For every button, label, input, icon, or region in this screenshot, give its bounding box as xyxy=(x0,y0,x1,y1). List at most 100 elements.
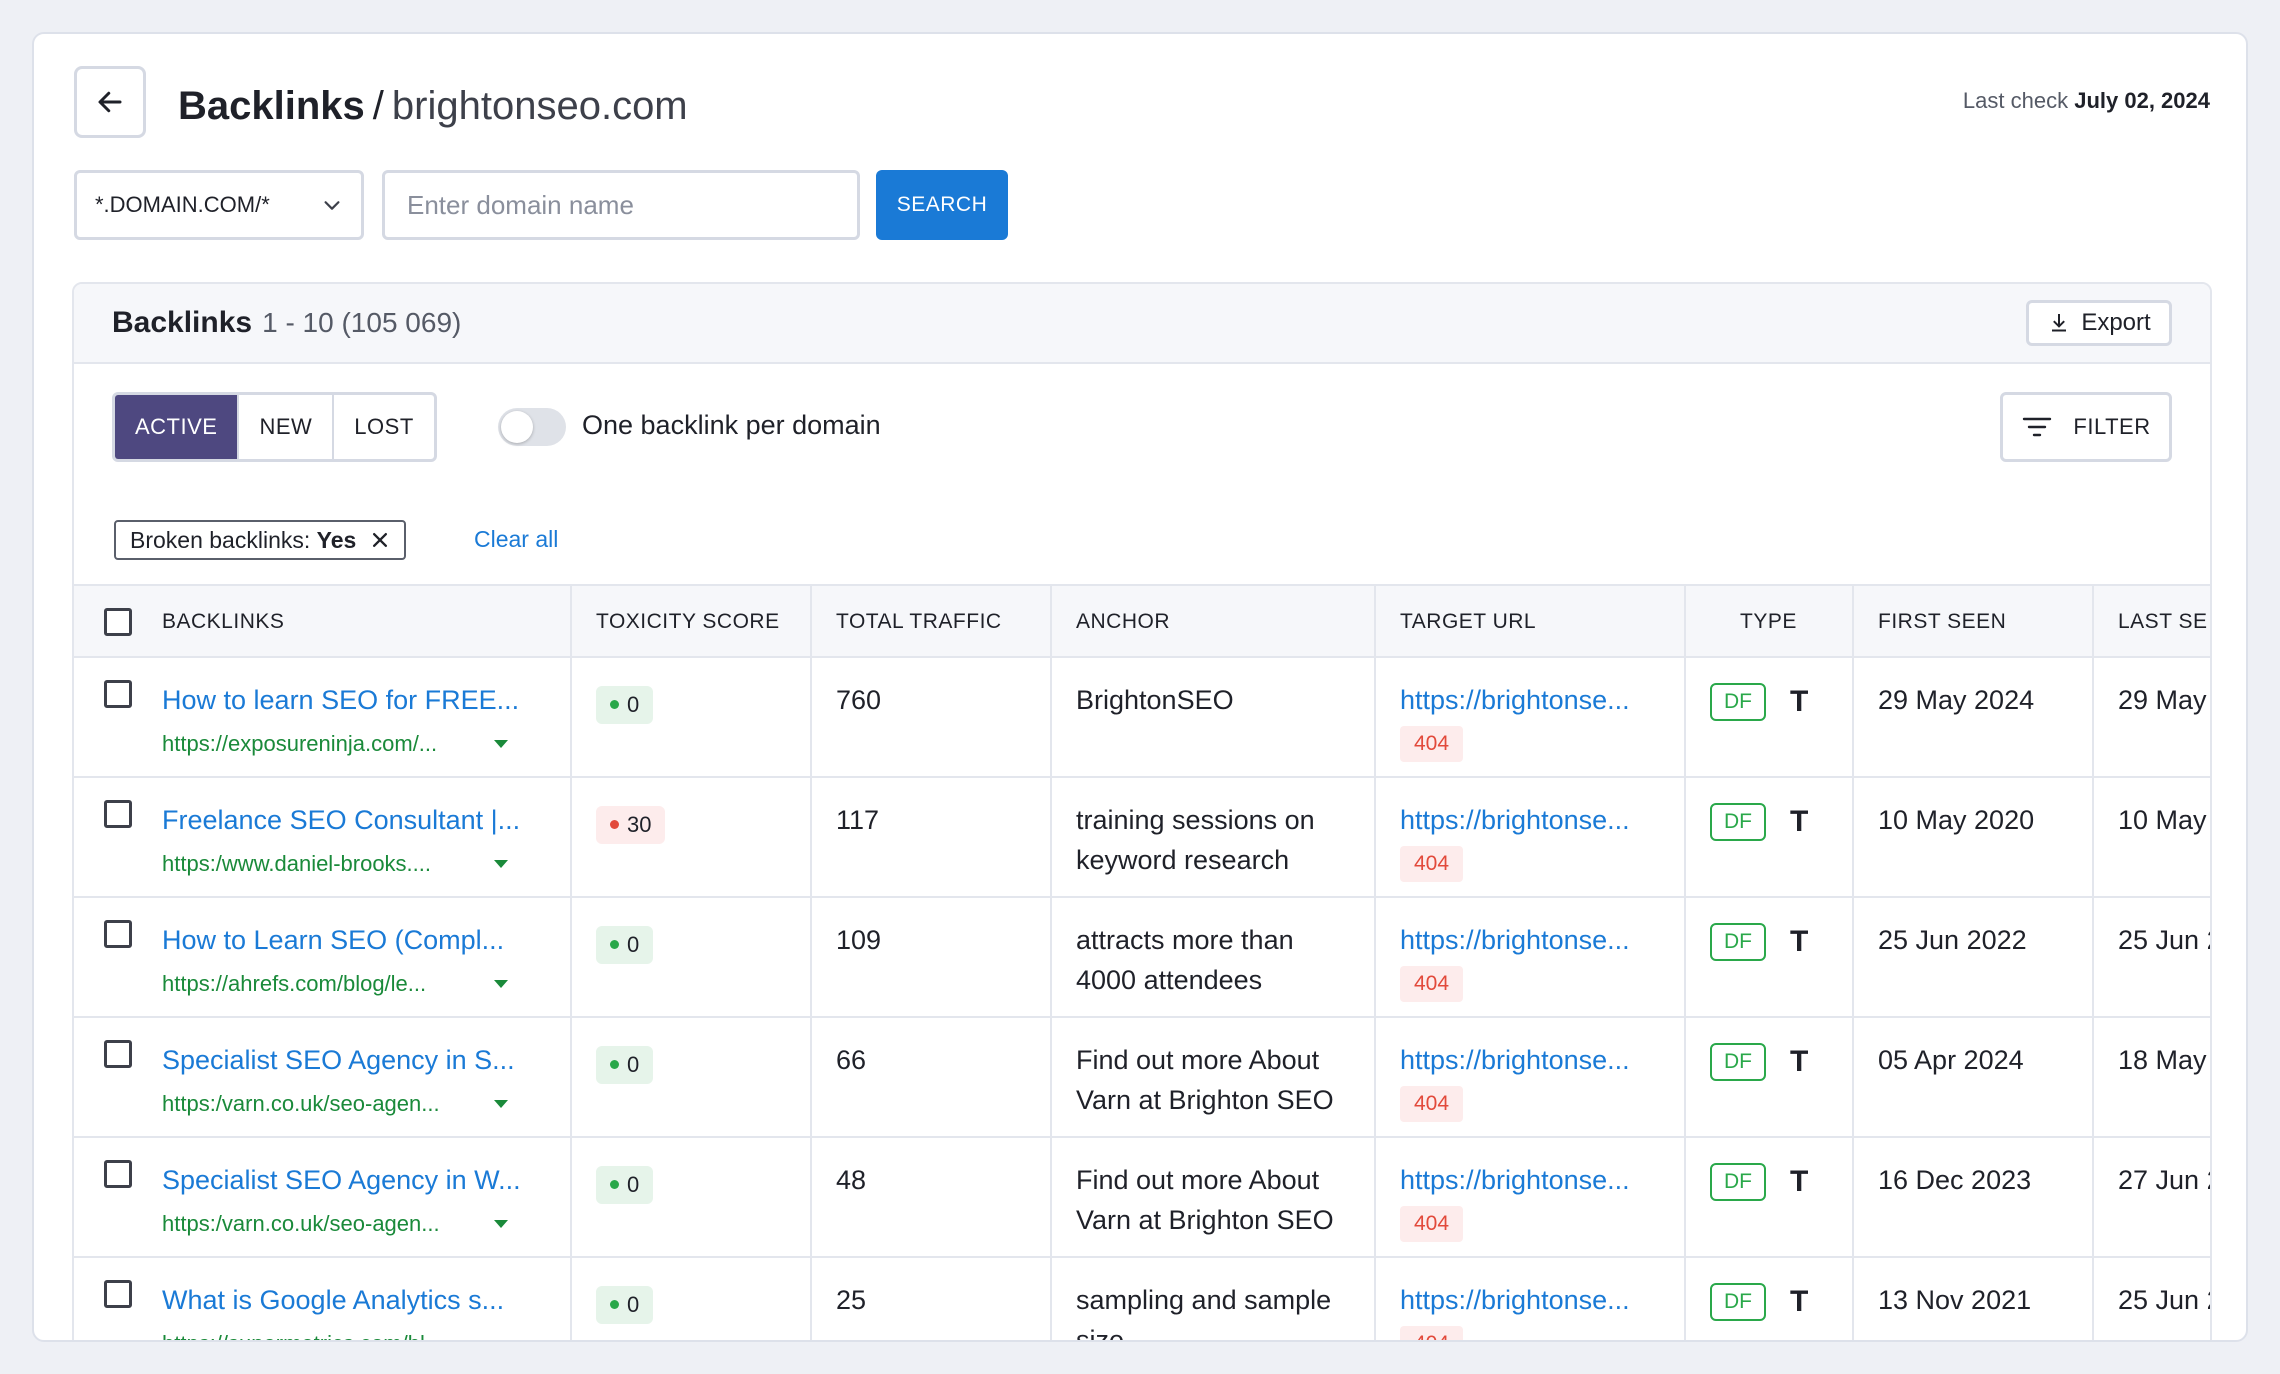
col-first-seen[interactable]: FIRST SEEN xyxy=(1852,586,2092,658)
backlink-url: https://supermetrics.com/bl... xyxy=(162,1328,482,1340)
filter-icon xyxy=(2023,417,2052,437)
anchor-cell: Find out more About Varn at Brighton SEO xyxy=(1050,1138,1374,1256)
toxicity-cell: 0 xyxy=(570,1258,810,1340)
col-toxicity[interactable]: TOXICITY SCORE xyxy=(570,586,810,658)
caret-down-icon xyxy=(494,1220,508,1228)
col-anchor[interactable]: ANCHOR xyxy=(1050,586,1374,658)
first-seen-cell: 16 Dec 2023 xyxy=(1852,1138,2092,1256)
toxicity-cell: 0 xyxy=(570,1018,810,1136)
traffic-cell: 117 xyxy=(810,778,1050,896)
backlink-title-link[interactable]: Freelance SEO Consultant |... xyxy=(162,800,542,840)
text-link-icon: T xyxy=(1790,1284,1809,1318)
backlink-url-link[interactable]: https://ahrefs.com/blog/le... xyxy=(162,968,570,1000)
type-cell: DF T xyxy=(1684,1138,1852,1256)
page-title: Backlinks / brightonseo.com xyxy=(178,78,688,134)
backlink-title-link[interactable]: How to Learn SEO (Compl... xyxy=(162,920,542,960)
col-type[interactable]: TYPE xyxy=(1684,586,1852,658)
dofollow-badge: DF xyxy=(1710,682,1766,721)
table-row: What is Google Analytics s... https://su… xyxy=(74,1258,2210,1342)
anchor-cell: sampling and sample size xyxy=(1050,1258,1374,1340)
chip-value: Yes xyxy=(316,526,357,553)
target-url-link[interactable]: https://brightonse... xyxy=(1400,1040,1660,1080)
status-badge: 404 xyxy=(1400,846,1464,882)
toxicity-dot-icon xyxy=(610,1180,619,1189)
backlink-url: https:/www.daniel-brooks.... xyxy=(162,851,432,876)
status-badge: 404 xyxy=(1400,966,1464,1002)
first-seen-cell: 29 May 2024 xyxy=(1852,658,2092,776)
target-url-link[interactable]: https://brightonse... xyxy=(1400,920,1660,960)
domain-mode-select[interactable]: *.DOMAIN.COM/* xyxy=(74,170,364,240)
type-cell: DF T xyxy=(1684,778,1852,896)
traffic-cell: 109 xyxy=(810,898,1050,1016)
toxicity-value: 0 xyxy=(627,1171,640,1197)
backlink-url-link[interactable]: https://supermetrics.com/bl... xyxy=(162,1328,570,1342)
table-row: How to Learn SEO (Compl... https://ahref… xyxy=(74,898,2210,1018)
dofollow-badge: DF xyxy=(1710,922,1766,961)
clear-all-link[interactable]: Clear all xyxy=(474,526,558,553)
caret-down-icon xyxy=(494,1340,508,1342)
chevron-down-icon xyxy=(324,201,340,210)
toxicity-value: 0 xyxy=(627,931,640,957)
close-icon xyxy=(373,533,388,547)
backlink-title-link[interactable]: What is Google Analytics s... xyxy=(162,1280,542,1320)
segment-new[interactable]: NEW xyxy=(237,395,332,459)
backlink-title-link[interactable]: Specialist SEO Agency in W... xyxy=(162,1160,542,1200)
status-badge: 404 xyxy=(1400,1326,1464,1340)
anchor-cell: BrightonSEO xyxy=(1050,658,1374,776)
backlink-url-link[interactable]: https:/varn.co.uk/seo-agen... xyxy=(162,1088,570,1120)
text-link-icon: T xyxy=(1790,684,1809,718)
backlinks-table: BACKLINKS TOXICITY SCORE TOTAL TRAFFIC A… xyxy=(74,584,2210,1342)
first-seen-cell: 10 May 2020 xyxy=(1852,778,2092,896)
anchor-cell: training sessions on keyword research xyxy=(1050,778,1374,896)
first-seen-cell: 05 Apr 2024 xyxy=(1852,1018,2092,1136)
filter-button[interactable]: FILTER xyxy=(2000,392,2172,462)
col-target-url[interactable]: TARGET URL xyxy=(1374,586,1684,658)
domain-input[interactable] xyxy=(382,170,860,240)
segment-active[interactable]: ACTIVE xyxy=(115,395,238,459)
target-url-link[interactable]: https://brightonse... xyxy=(1400,1160,1660,1200)
last-check-label: Last check xyxy=(1962,88,2069,113)
status-badge: 404 xyxy=(1400,1206,1464,1242)
table-row: Specialist SEO Agency in S... https:/var… xyxy=(74,1018,2210,1138)
last-check-date: July 02, 2024 xyxy=(2074,88,2210,113)
text-link-icon: T xyxy=(1790,924,1809,958)
page-title-domain: brightonseo.com xyxy=(391,84,688,128)
domain-mode-value: *.DOMAIN.COM/* xyxy=(95,192,270,217)
toxicity-badge: 30 xyxy=(596,805,666,844)
backlink-url: https://exposureninja.com/... xyxy=(162,731,438,756)
col-backlinks[interactable]: BACKLINKS xyxy=(74,586,570,658)
type-cell: DF T xyxy=(1684,898,1852,1016)
backlink-title-link[interactable]: Specialist SEO Agency in S... xyxy=(162,1040,542,1080)
back-button[interactable] xyxy=(74,66,146,138)
caret-down-icon xyxy=(494,1100,508,1108)
backlink-url-link[interactable]: https:/varn.co.uk/seo-agen... xyxy=(162,1208,570,1240)
search-button[interactable]: SEARCH xyxy=(876,170,1008,240)
toxicity-value: 0 xyxy=(627,1291,640,1317)
one-backlink-per-domain-toggle[interactable] xyxy=(498,408,566,446)
col-traffic[interactable]: TOTAL TRAFFIC xyxy=(810,586,1050,658)
target-url-link[interactable]: https://brightonse... xyxy=(1400,1280,1660,1320)
toxicity-dot-icon xyxy=(610,820,619,829)
last-seen-cell: 27 Jun 2 xyxy=(2092,1138,2210,1256)
toxicity-dot-icon xyxy=(610,700,619,709)
last-check: Last check July 02, 2024 xyxy=(1963,88,2210,114)
type-cell: DF T xyxy=(1684,1258,1852,1340)
target-url-cell: https://brightonse... 404 xyxy=(1374,898,1684,1016)
target-url-link[interactable]: https://brightonse... xyxy=(1400,680,1660,720)
col-last-seen[interactable]: LAST SE xyxy=(2092,586,2210,658)
dofollow-badge: DF xyxy=(1710,1282,1766,1321)
toxicity-badge: 0 xyxy=(596,925,654,964)
segment-lost[interactable]: LOST xyxy=(332,395,433,459)
toxicity-cell: 30 xyxy=(570,778,810,896)
last-seen-cell: 29 May xyxy=(2092,658,2210,776)
chip-remove-button[interactable] xyxy=(370,530,390,550)
status-segmented-control: ACTIVE NEW LOST xyxy=(112,392,437,462)
backlink-url-link[interactable]: https://exposureninja.com/... xyxy=(162,728,570,760)
traffic-cell: 25 xyxy=(810,1258,1050,1340)
target-url-link[interactable]: https://brightonse... xyxy=(1400,800,1660,840)
export-button[interactable]: Export xyxy=(2026,300,2172,346)
target-url-cell: https://brightonse... 404 xyxy=(1374,658,1684,776)
backlink-title-link[interactable]: How to learn SEO for FREE... xyxy=(162,680,542,720)
backlink-url-link[interactable]: https:/www.daniel-brooks.... xyxy=(162,848,570,880)
export-label: Export xyxy=(2081,309,2151,336)
